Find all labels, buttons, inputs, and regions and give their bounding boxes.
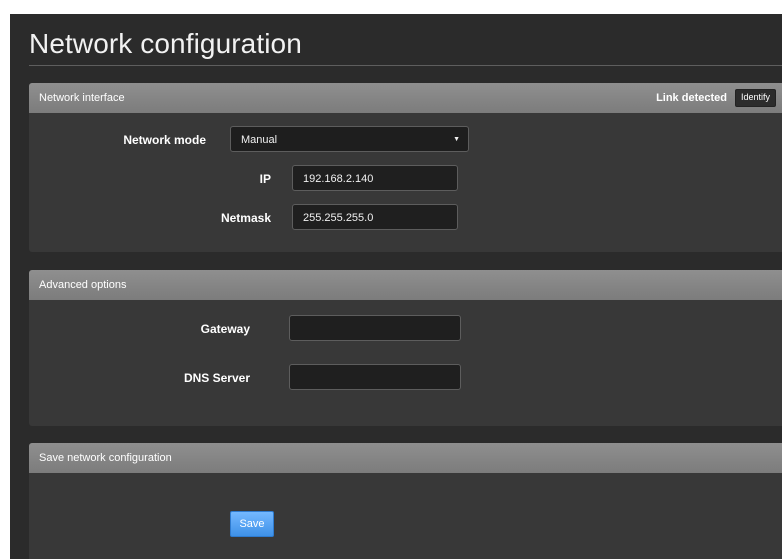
advanced-options-header: Advanced options [29,270,782,300]
identify-button[interactable]: Identify [734,89,776,107]
ip-input[interactable]: 192.168.2.140 [292,165,458,191]
save-configuration-header-title: Save network configuration [39,452,172,464]
title-divider [29,65,782,66]
link-status-area: Link detected Identify [656,83,776,113]
save-button[interactable]: Save [230,511,274,537]
advanced-options-header-title: Advanced options [39,279,127,291]
advanced-options-panel: Advanced options Gateway DNS Server [29,270,782,426]
netmask-input[interactable]: 255.255.255.0 [292,204,458,230]
netmask-value: 255.255.255.0 [303,212,374,224]
link-status-text: Link detected [656,92,727,104]
network-interface-header: Network interface Link detected Identify [29,83,782,113]
network-interface-header-title: Network interface [39,92,125,104]
dns-server-label: DNS Server [183,371,250,385]
network-interface-panel: Network interface Link detected Identify… [29,83,782,252]
save-configuration-header: Save network configuration [29,443,782,473]
ip-value: 192.168.2.140 [303,173,374,185]
gateway-row: Gateway [29,315,782,343]
dns-server-input[interactable] [289,364,461,390]
save-configuration-panel: Save network configuration Save [29,443,782,559]
network-mode-select[interactable]: Manual ▼ [230,126,469,152]
gateway-label: Gateway [200,322,250,336]
dns-server-row: DNS Server [29,364,782,392]
network-mode-value: Manual [241,134,278,146]
network-mode-label: Network mode [123,133,206,147]
network-mode-row: Network mode Manual ▼ [29,126,782,154]
page-title: Network configuration [29,28,302,59]
gateway-input[interactable] [289,315,461,341]
app-window: Network configuration Network interface … [10,14,782,559]
ip-label: IP [259,172,271,186]
chevron-down-icon: ▼ [453,136,460,143]
netmask-row: Netmask 255.255.255.0 [29,204,782,232]
ip-row: IP 192.168.2.140 [29,165,782,193]
netmask-label: Netmask [220,211,271,225]
